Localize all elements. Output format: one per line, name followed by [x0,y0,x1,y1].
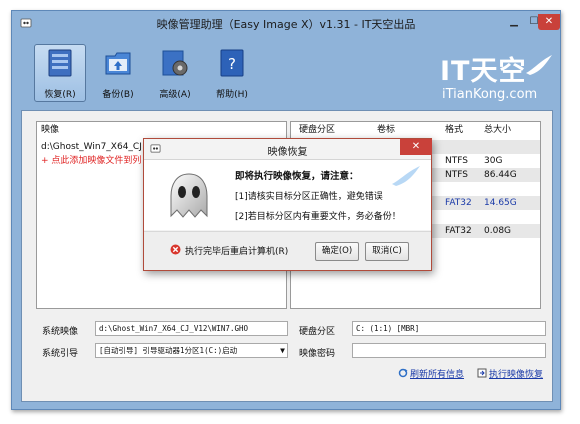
refresh-link[interactable]: 刷新所有信息 [410,367,464,380]
table-cell-format[interactable]: NTFS [445,154,468,168]
close-button[interactable]: ✕ [538,14,560,30]
system-boot-select[interactable]: [自动引导] 引导驱动器1分区1(C:)启动 ▼ [95,343,288,358]
format-column-header: 格式 [445,125,464,135]
ok-button[interactable]: 确定(O) [315,242,359,261]
bird-logo-icon [526,55,552,75]
execute-restore-link[interactable]: 执行映像恢复 [489,367,543,380]
stop-icon[interactable] [170,244,181,255]
table-cell-format[interactable]: FAT32 [445,196,472,210]
dialog-close-button[interactable]: ✕ [400,139,432,155]
label-column-header: 卷标 [377,125,396,135]
partition-column-header: 硬盘分区 [299,125,336,135]
restore-label: 恢复(R) [44,90,76,100]
chevron-down-icon[interactable]: ▼ [280,344,285,357]
window-title: 映像管理助理（Easy Image X）v1.31 - IT天空出品 [156,18,416,31]
dialog-title: 映像恢复 [267,147,308,158]
table-cell-size[interactable]: 30G [484,154,502,168]
restore-button[interactable]: 恢复(R) [34,44,86,102]
help-label: 帮助(H) [216,90,248,100]
help-button[interactable]: ? 帮助(H) [206,44,258,102]
advanced-button[interactable]: 高级(A) [149,44,201,102]
system-image-field[interactable]: d:\Ghost_Win7_X64_CJ_V12\WIN7.GHO [95,321,288,336]
table-cell-format[interactable]: NTFS [445,168,468,182]
dialog-line-1: [1]请核实目标分区正确性，避免错误 [235,192,383,202]
system-image-label: 系统映像 [42,327,79,337]
dialog-heading: 即将执行映像恢复，请注意： [235,171,359,182]
restart-checkbox-label[interactable]: 执行完毕后重启计算机(R) [185,244,288,257]
add-image-row[interactable]: + 点此添加映像文件到列 [41,154,141,168]
backup-button[interactable]: 备份(B) [92,44,144,102]
title-bar[interactable]: 映像管理助理（Easy Image X）v1.31 - IT天空出品 ▁ ☐ ✕ [12,11,560,37]
image-row[interactable]: d:\Ghost_Win7_X64_CJ [41,140,142,154]
ghost-icon [170,173,208,218]
refresh-icon [398,368,408,378]
gear-advanced-icon [162,50,188,76]
svg-text:?: ? [228,55,236,73]
table-cell-size[interactable]: 86.44G [484,168,517,182]
size-column-header: 总大小 [484,125,512,135]
dialog-body: 即将执行映像恢复，请注意： [1]请核实目标分区正确性，避免错误 [2]若目标分… [144,160,431,230]
bird-logo-icon [392,166,420,186]
help-book-icon: ? [220,49,244,77]
logo: IT天空 [440,56,527,87]
execute-icon [477,368,487,378]
image-column-header: 映像 [41,125,60,135]
image-password-label: 映像密码 [299,349,336,359]
backup-label: 备份(B) [102,90,134,100]
image-password-field[interactable] [352,343,546,358]
document-restore-icon [48,49,72,77]
folder-backup-icon [105,52,131,75]
table-cell-format[interactable]: FAT32 [445,224,472,238]
dialog-title-bar[interactable]: 映像恢复 ✕ [144,139,432,160]
dialog-line-2: [2]若目标分区内有重要文件，务必备份！ [235,212,401,222]
disk-partition-field[interactable]: C: (1:1) [MBR] [352,321,546,336]
advanced-label: 高级(A) [159,90,191,100]
minimize-button[interactable]: ▁ [504,14,524,30]
system-boot-label: 系统引导 [42,349,79,359]
disk-partition-label: 硬盘分区 [299,327,336,337]
table-cell-size[interactable]: 14.65G [484,196,517,210]
cancel-button[interactable]: 取消(C) [365,242,409,261]
restore-dialog: 映像恢复 ✕ 即将执行映像恢复，请注意： [1]请核实目标分区正确性，避免错误 … [143,138,432,271]
logo-subtext: iTianKong.com [442,87,538,102]
table-cell-size[interactable]: 0.08G [484,224,511,238]
system-boot-value: [自动引导] 引导驱动器1分区1(C:)启动 [99,346,238,355]
dialog-footer: 执行完毕后重启计算机(R) 确定(O) 取消(C) [144,231,431,270]
toolbar: 恢复(R) 备份(B) 高级(A) ? 帮助(H) IT天空 iTianKong… [12,37,560,105]
